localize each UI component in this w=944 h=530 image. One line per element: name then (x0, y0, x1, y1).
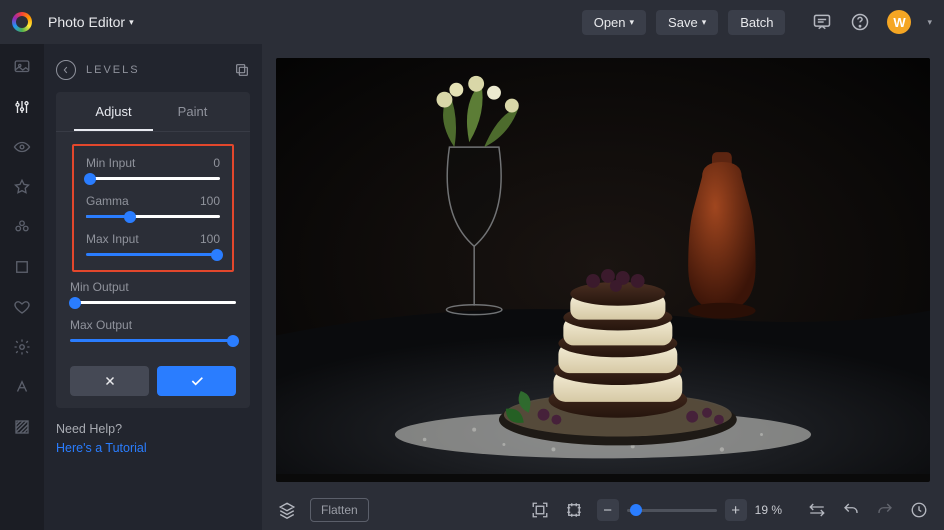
compare-icon[interactable] (806, 499, 828, 521)
max-output-label: Max Output (70, 318, 132, 332)
star-icon[interactable] (11, 176, 33, 198)
sliders-group: Min Input 0 Gamma 100 (56, 132, 250, 362)
zoom-out-button[interactable]: − (597, 499, 619, 521)
tab-adjust[interactable]: Adjust (74, 92, 153, 131)
app-title-dropdown[interactable]: Photo Editor ▾ (48, 14, 134, 30)
max-input-slider[interactable] (86, 253, 220, 256)
min-input-row: Min Input 0 (86, 156, 220, 180)
left-tool-rail (0, 44, 44, 530)
texture-icon[interactable] (11, 416, 33, 438)
min-input-slider[interactable] (86, 177, 220, 180)
avatar[interactable]: W (887, 10, 911, 34)
top-bar: Photo Editor ▾ Open ▾ Save ▾ Batch W ▾ (0, 0, 944, 44)
adjust-card: Adjust Paint Min Input 0 (56, 92, 250, 408)
panel-header: LEVELS (56, 60, 250, 80)
zoom-value: 19 % (755, 503, 782, 517)
tabs: Adjust Paint (56, 92, 250, 132)
app-title-label: Photo Editor (48, 14, 125, 30)
sliders-icon[interactable] (11, 96, 33, 118)
chevron-down-icon: ▾ (630, 17, 635, 28)
slider-thumb[interactable] (630, 504, 642, 516)
canvas-area: Flatten − + 19 % (262, 44, 944, 530)
body: LEVELS Adjust Paint Min Input 0 (0, 44, 944, 530)
help-text: Need Help? (56, 420, 250, 439)
max-output-row: Max Output (70, 318, 236, 342)
max-output-slider[interactable] (70, 339, 236, 342)
save-label: Save (668, 15, 698, 30)
max-input-row: Max Input 100 (86, 232, 220, 256)
back-button[interactable] (56, 60, 76, 80)
heart-icon[interactable] (11, 296, 33, 318)
image-icon[interactable] (11, 56, 33, 78)
min-output-row: Min Output (70, 280, 236, 304)
layers-icon[interactable] (276, 499, 298, 521)
eye-icon[interactable] (11, 136, 33, 158)
gamma-row: Gamma 100 (86, 194, 220, 218)
text-icon[interactable] (11, 376, 33, 398)
slider-thumb[interactable] (124, 211, 136, 223)
canvas-bottom-bar: Flatten − + 19 % (262, 490, 944, 530)
square-icon[interactable] (11, 256, 33, 278)
redo-icon[interactable] (874, 499, 896, 521)
min-input-label: Min Input (86, 156, 135, 170)
gear-icon[interactable] (11, 336, 33, 358)
check-icon (189, 373, 205, 389)
slider-thumb[interactable] (84, 173, 96, 185)
levels-panel: LEVELS Adjust Paint Min Input 0 (44, 44, 262, 530)
gamma-slider[interactable] (86, 215, 220, 218)
slider-thumb[interactable] (227, 335, 239, 347)
actual-size-icon[interactable] (563, 499, 585, 521)
x-icon (103, 374, 117, 388)
gamma-label: Gamma (86, 194, 129, 208)
tab-paint[interactable]: Paint (153, 92, 232, 131)
help-icon[interactable] (849, 11, 871, 33)
zoom-controls: − + 19 % (597, 499, 782, 521)
min-output-slider[interactable] (70, 301, 236, 304)
zoom-slider[interactable] (627, 509, 717, 512)
chevron-down-icon: ▾ (702, 17, 707, 28)
copy-icon[interactable] (234, 62, 250, 78)
fit-screen-icon[interactable] (529, 499, 551, 521)
batch-label: Batch (740, 15, 773, 30)
undo-icon[interactable] (840, 499, 862, 521)
slider-thumb[interactable] (69, 297, 81, 309)
chevron-down-icon: ▾ (129, 17, 134, 28)
feedback-icon[interactable] (811, 11, 833, 33)
cancel-button[interactable] (70, 366, 149, 396)
avatar-initial: W (893, 15, 905, 30)
min-input-value: 0 (213, 156, 220, 170)
highlighted-controls: Min Input 0 Gamma 100 (72, 144, 234, 272)
chevron-down-icon[interactable]: ▾ (927, 17, 932, 28)
slider-thumb[interactable] (211, 249, 223, 261)
action-row (56, 362, 250, 396)
petals-icon[interactable] (11, 216, 33, 238)
batch-button[interactable]: Batch (728, 10, 785, 35)
apply-button[interactable] (157, 366, 236, 396)
max-input-value: 100 (200, 232, 220, 246)
image-canvas[interactable] (276, 58, 930, 482)
help-link[interactable]: Here's a Tutorial (56, 441, 147, 455)
min-output-label: Min Output (70, 280, 129, 294)
gamma-value: 100 (200, 194, 220, 208)
app-logo-icon (12, 12, 32, 32)
open-label: Open (594, 15, 626, 30)
zoom-in-button[interactable]: + (725, 499, 747, 521)
help-block: Need Help? Here's a Tutorial (56, 420, 250, 458)
flatten-button[interactable]: Flatten (310, 498, 369, 522)
open-button[interactable]: Open ▾ (582, 10, 646, 35)
save-button[interactable]: Save ▾ (656, 10, 718, 35)
photo-preview (276, 58, 930, 474)
history-icon[interactable] (908, 499, 930, 521)
max-input-label: Max Input (86, 232, 139, 246)
panel-title: LEVELS (86, 64, 140, 76)
